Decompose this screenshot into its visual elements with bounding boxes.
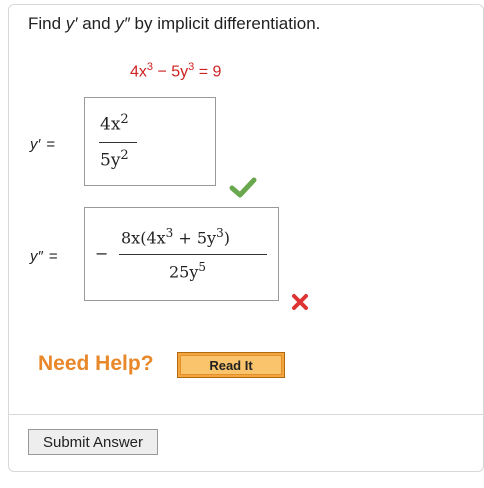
need-help-label: Need Help? [38, 352, 154, 375]
y-double-prime-answer-box[interactable]: − 8x(4x3 + 5y3) 25y5 [84, 207, 279, 301]
x-icon [292, 294, 308, 310]
check-icon [229, 177, 257, 198]
submit-answer-button[interactable]: Submit Answer [28, 429, 158, 455]
y-double-prime-numerator: 8x(4x3 + 5y3) [121, 226, 230, 248]
y-prime-label: y′ = [30, 136, 56, 153]
given-equation: 4x3 − 5y3 = 9 [130, 61, 222, 81]
y-prime-answer-box[interactable]: 4x2 5y2 [84, 97, 216, 186]
fraction-bar [99, 142, 137, 143]
read-it-label: Read It [180, 355, 282, 375]
y-double-prime-label: y″ = [30, 248, 58, 265]
fraction-bar [119, 254, 267, 255]
y-double-prime-denominator: 25y5 [169, 260, 207, 282]
read-it-button[interactable]: Read It [177, 352, 285, 378]
minus-sign: − [95, 244, 109, 263]
y-prime-denominator: 5y2 [100, 148, 129, 171]
y-prime-numerator: 4x2 [100, 112, 129, 135]
divider [8, 414, 484, 415]
question-text: Find y′ and y″ by implicit differentiati… [28, 14, 321, 33]
